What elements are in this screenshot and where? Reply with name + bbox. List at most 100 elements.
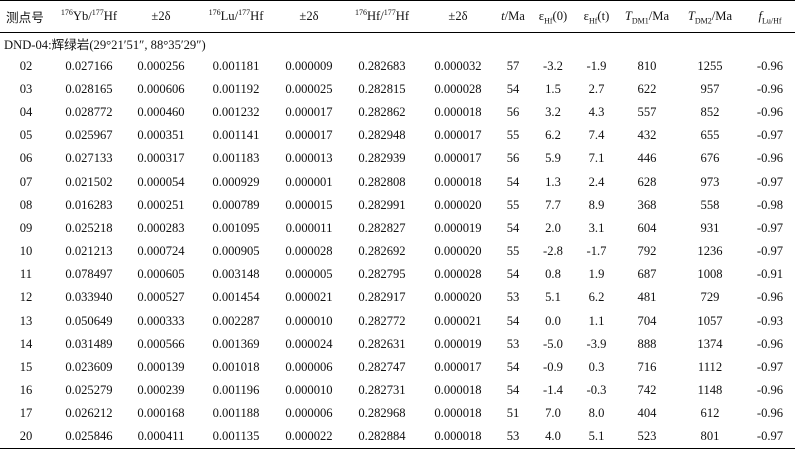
table-cell: 0.000015 <box>285 197 333 212</box>
table-cell: 1.3 <box>545 174 561 189</box>
table-cell: 0.000017 <box>434 360 482 375</box>
table-cell: 53 <box>506 290 520 305</box>
sample-group-label: DND-04:辉绿岩(29°21′51″, 88°35′29″) <box>4 38 206 53</box>
table-cell: 55 <box>506 244 520 259</box>
table-cell: 0.000021 <box>285 290 333 305</box>
table-cell: 0.000018 <box>422 425 494 449</box>
table-row: 17 0.026212 0.000168 0.001188 0.000006 0.2829… <box>0 402 795 425</box>
table-cell: -1.9 <box>586 58 607 73</box>
table-cell: 0.033940 <box>65 290 113 305</box>
table-cell: 931 <box>700 220 720 235</box>
table-cell: 0.282815 <box>358 81 406 96</box>
table-cell: 0.000411 <box>126 425 196 449</box>
table-cell: 16 <box>19 383 33 398</box>
table-cell: -0.96 <box>756 151 784 166</box>
table-row: 06 0.027133 0.000317 0.001183 0.000013 0.2829… <box>0 147 795 170</box>
table-cell: 1.5 <box>545 81 561 96</box>
table-cell: 57 <box>506 58 520 73</box>
table-cell: 0.000019 <box>434 220 482 235</box>
table-cell: 15 <box>19 360 33 375</box>
header-lu-hf-error: ±2δ <box>276 0 342 33</box>
table-cell: 0.078497 <box>65 267 113 282</box>
table-cell: 7.7 <box>545 197 561 212</box>
table-cell: 957 <box>700 81 720 96</box>
table-cell: 973 <box>700 174 720 189</box>
table-cell: 2.7 <box>588 81 605 96</box>
table-cell: 3.1 <box>588 220 605 235</box>
table-cell: 0.002287 <box>212 313 260 328</box>
table-cell: 0.000005 <box>285 267 333 282</box>
table-cell: -3.9 <box>586 336 607 351</box>
table-cell: 0.282747 <box>358 360 406 375</box>
table-cell: 0.001135 <box>196 425 276 449</box>
table-cell: -0.96 <box>756 58 784 73</box>
table-cell: 10 <box>19 244 33 259</box>
table-cell: 1148 <box>697 383 723 398</box>
table-cell: 0.026212 <box>65 406 113 421</box>
table-cell: 4.0 <box>532 425 574 449</box>
table-cell: 5.9 <box>545 151 561 166</box>
table-cell: 0.028165 <box>65 81 113 96</box>
table-cell: 1.1 <box>588 313 605 328</box>
table-cell: 0.000566 <box>137 336 185 351</box>
table-cell: 54 <box>506 81 520 96</box>
table-cell: 54 <box>506 383 520 398</box>
table-cell: 676 <box>700 151 720 166</box>
table-row: 08 0.016283 0.000251 0.000789 0.000015 0.2829… <box>0 194 795 217</box>
table-cell: 0.282917 <box>358 290 406 305</box>
table-cell: -0.96 <box>756 290 784 305</box>
header-epsilon-hf-0: εHf(0) <box>532 0 574 33</box>
table-cell: 792 <box>637 244 657 259</box>
table-cell: 0.000017 <box>434 151 482 166</box>
header-hf-hf-error: ±2δ <box>422 0 494 33</box>
table-cell: 3.2 <box>545 104 561 119</box>
table-cell: 523 <box>619 425 675 449</box>
table-cell: 0.000009 <box>285 58 333 73</box>
table-cell: 0.000905 <box>212 244 260 259</box>
table-cell: 368 <box>637 197 657 212</box>
table-cell: 801 <box>675 425 745 449</box>
table-cell: 0.001018 <box>212 360 260 375</box>
table-cell: 0.027133 <box>65 151 113 166</box>
table-cell: 12 <box>19 290 33 305</box>
table-cell: 7.0 <box>545 406 561 421</box>
table-cell: 446 <box>637 151 657 166</box>
header-f-lu-hf: fLu/Hf <box>745 0 795 33</box>
table-cell: -0.9 <box>543 360 563 375</box>
table-cell: -0.96 <box>756 383 784 398</box>
table-row: 15 0.023609 0.000139 0.001018 0.000006 0.2827… <box>0 356 795 379</box>
table-cell: 1112 <box>697 360 723 375</box>
table-cell: 0.000789 <box>212 197 260 212</box>
header-epsilon-hf-t: εHf(t) <box>574 0 619 33</box>
table-cell: 0.000020 <box>434 290 482 305</box>
table-cell: 0.000054 <box>137 174 185 189</box>
table-cell: 54 <box>506 360 520 375</box>
table-row: 16 0.025279 0.000239 0.001196 0.000010 0.2827… <box>0 379 795 402</box>
table-cell: 628 <box>637 174 657 189</box>
table-cell: 0.282827 <box>358 220 406 235</box>
table-cell: 54 <box>506 267 520 282</box>
table-cell: 0.000929 <box>212 174 260 189</box>
table-cell: 0.0 <box>545 313 561 328</box>
table-cell: -5.0 <box>543 336 563 351</box>
table-cell: 54 <box>506 220 520 235</box>
table-cell: 0.282808 <box>358 174 406 189</box>
table-cell: 6.2 <box>588 290 605 305</box>
table-cell: 404 <box>637 406 657 421</box>
table-cell: 0.001192 <box>212 81 260 96</box>
table-cell: 54 <box>506 174 520 189</box>
table-row: 09 0.025218 0.000283 0.001095 0.000011 0.2828… <box>0 217 795 240</box>
table-cell: 0.000028 <box>434 81 482 96</box>
table-cell: 0.025279 <box>65 383 113 398</box>
table-row: 12 0.033940 0.000527 0.001454 0.000021 0.2829… <box>0 286 795 309</box>
table-cell: 56 <box>506 104 520 119</box>
table-cell: 729 <box>700 290 720 305</box>
header-row: 测点号 176Yb/177Hf ±2δ 176Lu/177Hf ±2δ 176H… <box>0 0 795 33</box>
table-cell: 2.0 <box>545 220 561 235</box>
table-row: 10 0.021213 0.000724 0.000905 0.000028 0.2826… <box>0 240 795 263</box>
table-cell: 0.000606 <box>137 81 185 96</box>
table-cell: 0.000017 <box>434 128 482 143</box>
table-cell: 1057 <box>697 313 723 328</box>
table-cell: 0.000021 <box>434 313 482 328</box>
header-lu-hf: 176Lu/177Hf <box>196 0 276 33</box>
